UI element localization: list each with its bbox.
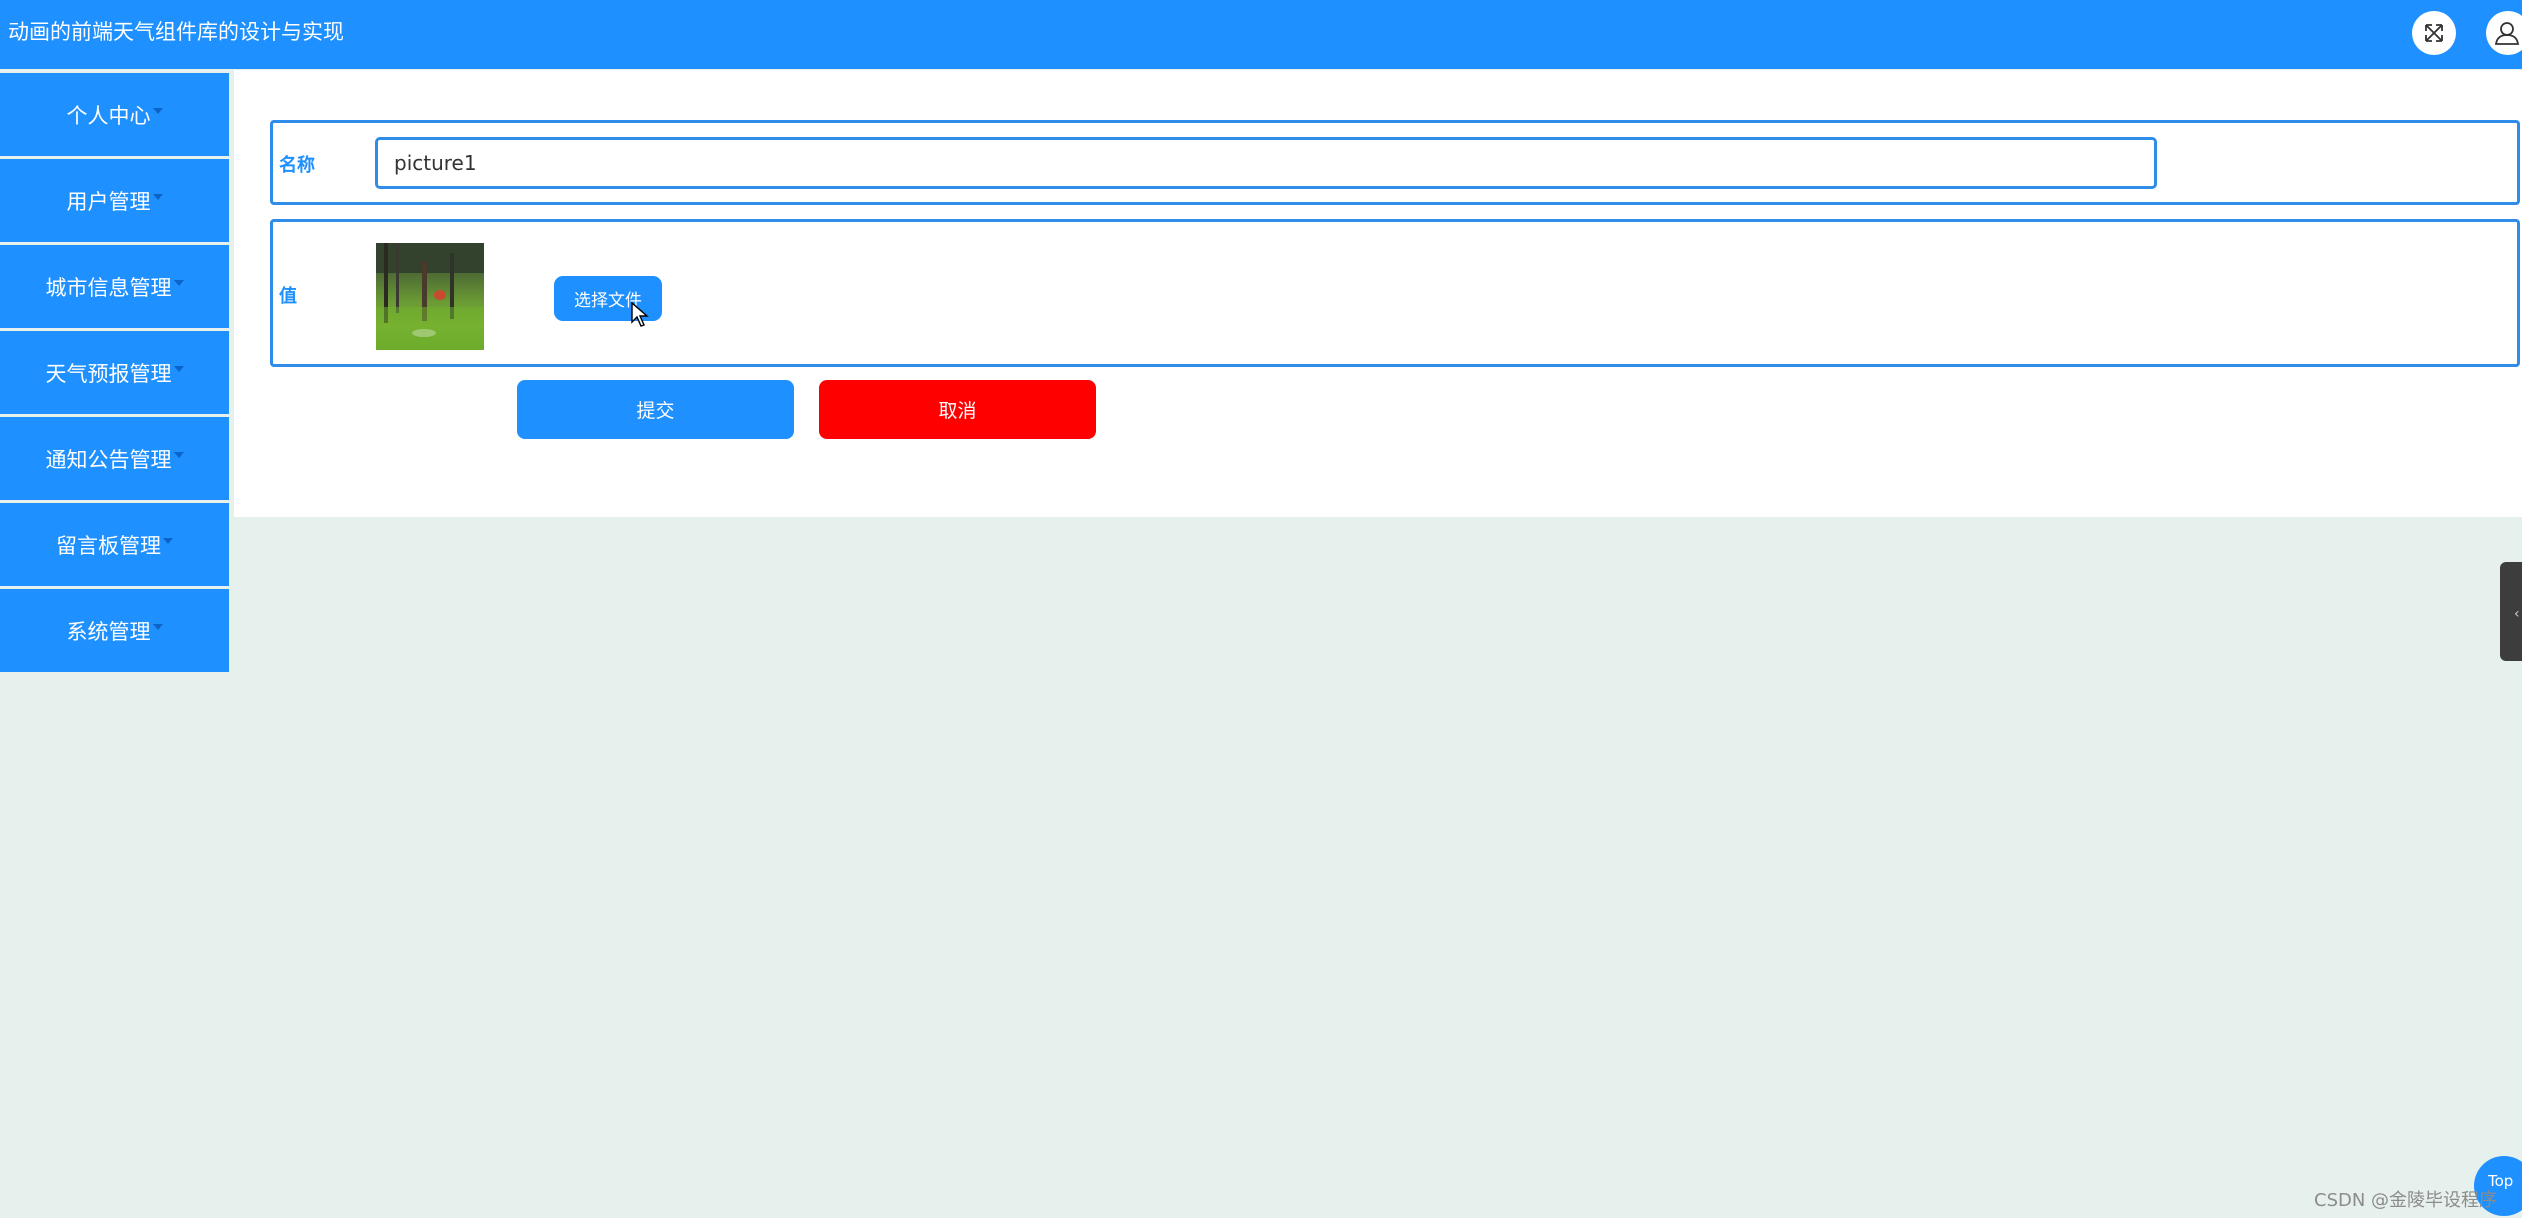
value-label: 值 <box>279 286 297 307</box>
sidebar-item-label: 天气预报管理 <box>45 361 172 386</box>
caret-down-icon <box>152 623 163 630</box>
name-row: 名称 <box>270 120 2520 205</box>
top-bar: 动画的前端天气组件库的设计与实现 <box>0 0 2522 69</box>
value-row: 值 选择文件 <box>270 219 2520 367</box>
user-menu-button[interactable] <box>2486 11 2522 55</box>
app-title: 动画的前端天气组件库的设计与实现 <box>8 20 344 44</box>
caret-down-icon <box>152 107 163 114</box>
name-input[interactable] <box>375 137 2157 189</box>
fullscreen-button[interactable] <box>2412 11 2456 55</box>
image-preview <box>376 243 484 350</box>
sidebar-item-personal-center[interactable]: 个人中心 <box>0 73 229 156</box>
caret-down-icon <box>173 279 184 286</box>
sidebar-item-message-board-management[interactable]: 留言板管理 <box>0 503 229 586</box>
sidebar-item-label: 用户管理 <box>66 189 151 214</box>
mouse-cursor-icon <box>631 302 649 327</box>
sidebar-item-notice-management[interactable]: 通知公告管理 <box>0 417 229 500</box>
caret-down-icon <box>163 537 173 544</box>
sidebar-item-label: 城市信息管理 <box>45 275 172 300</box>
watermark: CSDN @金陵毕设程序 <box>2314 1190 2498 1211</box>
sidebar-item-weather-forecast-management[interactable]: 天气预报管理 <box>0 331 229 414</box>
cancel-button[interactable]: 取消 <box>819 380 1096 439</box>
sidebar-item-label: 通知公告管理 <box>45 447 172 472</box>
sidebar-item-city-info-management[interactable]: 城市信息管理 <box>0 245 229 328</box>
sidebar-item-user-management[interactable]: 用户管理 <box>0 159 229 242</box>
sidebar-item-system-management[interactable]: 系统管理 <box>0 589 229 672</box>
side-drawer-tab[interactable]: ‹ <box>2500 562 2522 661</box>
name-label: 名称 <box>279 155 315 176</box>
sidebar: 个人中心 用户管理 城市信息管理 天气预报管理 通知公告管理 留言板管理 系统管… <box>0 73 229 675</box>
caret-down-icon <box>173 365 184 372</box>
chevron-left-icon: ‹ <box>2514 606 2520 622</box>
submit-button[interactable]: 提交 <box>517 380 794 439</box>
sidebar-item-label: 系统管理 <box>66 619 151 644</box>
sidebar-item-label: 个人中心 <box>66 103 151 128</box>
fullscreen-icon <box>2425 24 2443 42</box>
user-icon <box>2494 22 2520 45</box>
edit-form-panel: 名称 值 选择文件 提交 取消 <box>234 70 2522 517</box>
sidebar-item-label: 留言板管理 <box>56 533 161 558</box>
caret-down-icon <box>173 451 184 458</box>
caret-down-icon <box>152 193 163 200</box>
